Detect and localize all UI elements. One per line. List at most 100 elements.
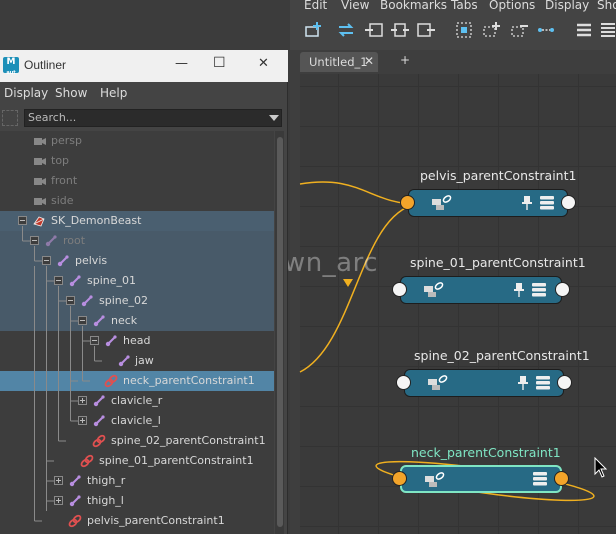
input-port[interactable] — [396, 375, 411, 390]
menu-options[interactable]: Options — [489, 0, 535, 12]
graph-icon[interactable] — [536, 20, 556, 40]
constraint-icon — [104, 374, 118, 388]
expand-toggle[interactable] — [54, 476, 63, 485]
node-editor-tabbar: Untitled_1 ✕ + — [290, 50, 616, 74]
collapse-toggle[interactable] — [66, 296, 75, 305]
menu-show[interactable]: Show — [55, 86, 87, 100]
tree-item-thigh-l[interactable]: thigh_l — [0, 491, 274, 511]
collapse-toggle[interactable] — [54, 276, 63, 285]
pin-icon[interactable] — [513, 282, 525, 298]
tree-item-thigh-r[interactable]: thigh_r — [0, 471, 274, 491]
layout-full-icon[interactable] — [598, 20, 616, 40]
tree-item-head[interactable]: head — [0, 331, 274, 351]
node-spine-01-parentconstraint1[interactable] — [392, 276, 570, 304]
row-label: spine_02 — [99, 294, 149, 307]
attributes-icon[interactable] — [532, 471, 548, 487]
menu-tabs[interactable]: Tabs — [451, 0, 478, 12]
output-port[interactable] — [554, 471, 569, 486]
tree-scrollbar[interactable] — [275, 131, 284, 534]
tree-item-spine-02[interactable]: spine_02 — [0, 291, 274, 311]
tree-item-neck[interactable]: neck — [0, 311, 274, 331]
row-label: SK_DemonBeast — [51, 214, 142, 227]
tab-untitled-1[interactable]: Untitled_1 ✕ — [300, 52, 378, 72]
node-title: pelvis_parentConstraint1 — [420, 168, 577, 183]
search-field[interactable]: Search... — [24, 109, 282, 127]
output-port[interactable] — [557, 375, 572, 390]
pin-icon[interactable] — [517, 375, 529, 391]
frame-selection-icon[interactable] — [454, 20, 474, 40]
attributes-icon[interactable] — [531, 282, 547, 298]
outliner-tree[interactable]: persp top front side SK_DemonBeast root — [0, 131, 274, 534]
input-port[interactable] — [400, 195, 415, 210]
tree-item-sk-demonbeast[interactable]: SK_DemonBeast — [0, 211, 274, 231]
constraint-node-icon — [424, 282, 444, 297]
menu-view[interactable]: View — [341, 0, 369, 12]
input-connections-icon[interactable] — [364, 20, 384, 40]
tree-row-side[interactable]: side — [0, 191, 274, 211]
node-spine-02-parentconstraint1[interactable] — [396, 369, 572, 397]
tree-item-pelvis-parentconstraint1[interactable]: pelvis_parentConstraint1 — [0, 511, 274, 531]
output-port[interactable] — [561, 195, 576, 210]
expand-toggle[interactable] — [54, 496, 63, 505]
menu-help[interactable]: Help — [100, 86, 127, 100]
collapse-toggle[interactable] — [30, 236, 39, 245]
close-icon[interactable]: ✕ — [364, 54, 374, 68]
filter-icon[interactable] — [2, 110, 18, 126]
tree-item-spine-02-parentconstraint1[interactable]: spine_02_parentConstraint1 — [0, 431, 274, 451]
tree-item-spine-01-parentconstraint1[interactable]: spine_01_parentConstraint1 — [0, 451, 274, 471]
node-editor-toolbar — [290, 14, 616, 48]
pin-icon[interactable] — [521, 195, 533, 211]
output-connections-icon[interactable] — [416, 20, 436, 40]
search-input[interactable]: Search... — [28, 111, 76, 124]
expand-toggle[interactable] — [78, 396, 87, 405]
menu-display[interactable]: Display — [4, 86, 48, 100]
menu-edit[interactable]: Edit — [304, 0, 327, 12]
joint-icon — [69, 475, 81, 487]
add-tab-button[interactable]: + — [400, 53, 410, 67]
add-selected-icon[interactable] — [482, 20, 502, 40]
row-label: jaw — [135, 354, 154, 367]
collapse-toggle[interactable] — [78, 316, 87, 325]
tree-row-front[interactable]: front — [0, 171, 274, 191]
attributes-icon[interactable] — [535, 375, 551, 391]
input-output-icon[interactable] — [390, 20, 410, 40]
close-button[interactable]: ✕ — [258, 56, 269, 71]
collapse-toggle[interactable] — [18, 216, 27, 225]
tree-item-clavicle-l[interactable]: clavicle_l — [0, 411, 274, 431]
collapse-toggle[interactable] — [90, 336, 99, 345]
tree-item-clavicle-r[interactable]: clavicle_r — [0, 391, 274, 411]
swap-icon[interactable] — [336, 20, 356, 40]
tree-item-spine-01[interactable]: spine_01 — [0, 271, 274, 291]
attributes-icon[interactable] — [539, 195, 555, 211]
output-port[interactable] — [555, 282, 570, 297]
node-graph-canvas[interactable]: @dawn_arc pelvis_parentConstraint1 spine… — [224, 74, 616, 534]
menu-display[interactable]: Display — [545, 0, 589, 12]
node-pelvis-parentconstraint1[interactable] — [400, 189, 576, 217]
menu-bookmarks[interactable]: Bookmarks — [380, 0, 447, 12]
tree-item-root[interactable]: root — [0, 231, 274, 251]
row-label: root — [63, 234, 86, 247]
row-label: neck_parentConstraint1 — [123, 374, 255, 387]
remove-selected-icon[interactable] — [510, 20, 530, 40]
constraint-node-icon — [425, 472, 445, 487]
tree-item-pelvis[interactable]: pelvis — [0, 251, 274, 271]
node-neck-parentconstraint1[interactable] — [392, 465, 569, 493]
tree-row-persp[interactable]: persp — [0, 131, 274, 151]
chevron-down-icon[interactable] — [269, 115, 279, 121]
menu-show[interactable]: Sho — [597, 0, 616, 12]
joint-icon — [93, 395, 105, 407]
add-node-icon[interactable] — [304, 20, 324, 40]
maximize-button[interactable]: ☐ — [213, 55, 226, 71]
row-label: front — [51, 174, 78, 187]
tree-item-jaw[interactable]: jaw — [0, 351, 274, 371]
layout-simple-icon[interactable] — [574, 20, 594, 40]
input-port[interactable] — [392, 471, 407, 486]
tree-row-top[interactable]: top — [0, 151, 274, 171]
minimize-button[interactable]: — — [175, 56, 188, 71]
collapse-toggle[interactable] — [42, 256, 51, 265]
scrollbar-thumb[interactable] — [277, 137, 283, 527]
expand-toggle[interactable] — [78, 416, 87, 425]
tree-item-neck-parentconstraint1[interactable]: neck_parentConstraint1 — [0, 371, 274, 391]
input-port[interactable] — [392, 282, 407, 297]
outliner-titlebar[interactable]: Maut Outliner — ☐ ✕ — [0, 50, 288, 82]
